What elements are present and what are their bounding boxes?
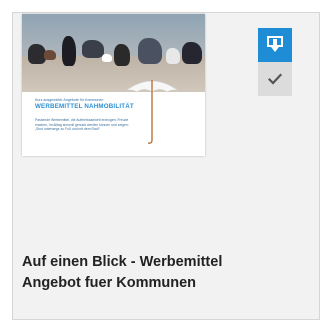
thumbnail-headline: WERBEMITTEL NAHMOBILITÄT (35, 102, 134, 110)
select-button[interactable] (258, 62, 292, 96)
document-thumbnail[interactable]: Kurz ausgewählt: Angebote für Kommunen W… (22, 14, 205, 156)
check-icon (268, 73, 282, 85)
thumbnail-body-line: „Sind unterwegs zu Fuß und mit dem Rad!“ (35, 127, 100, 132)
download-button[interactable] (258, 28, 292, 62)
document-title-line: Auf einen Blick - Werbemittel (22, 254, 223, 270)
document-title-line: Angebot fuer Kommunen (22, 275, 196, 291)
download-icon (267, 36, 283, 52)
document-title[interactable]: Auf einen Blick - Werbemittel Angebot fu… (22, 252, 292, 294)
